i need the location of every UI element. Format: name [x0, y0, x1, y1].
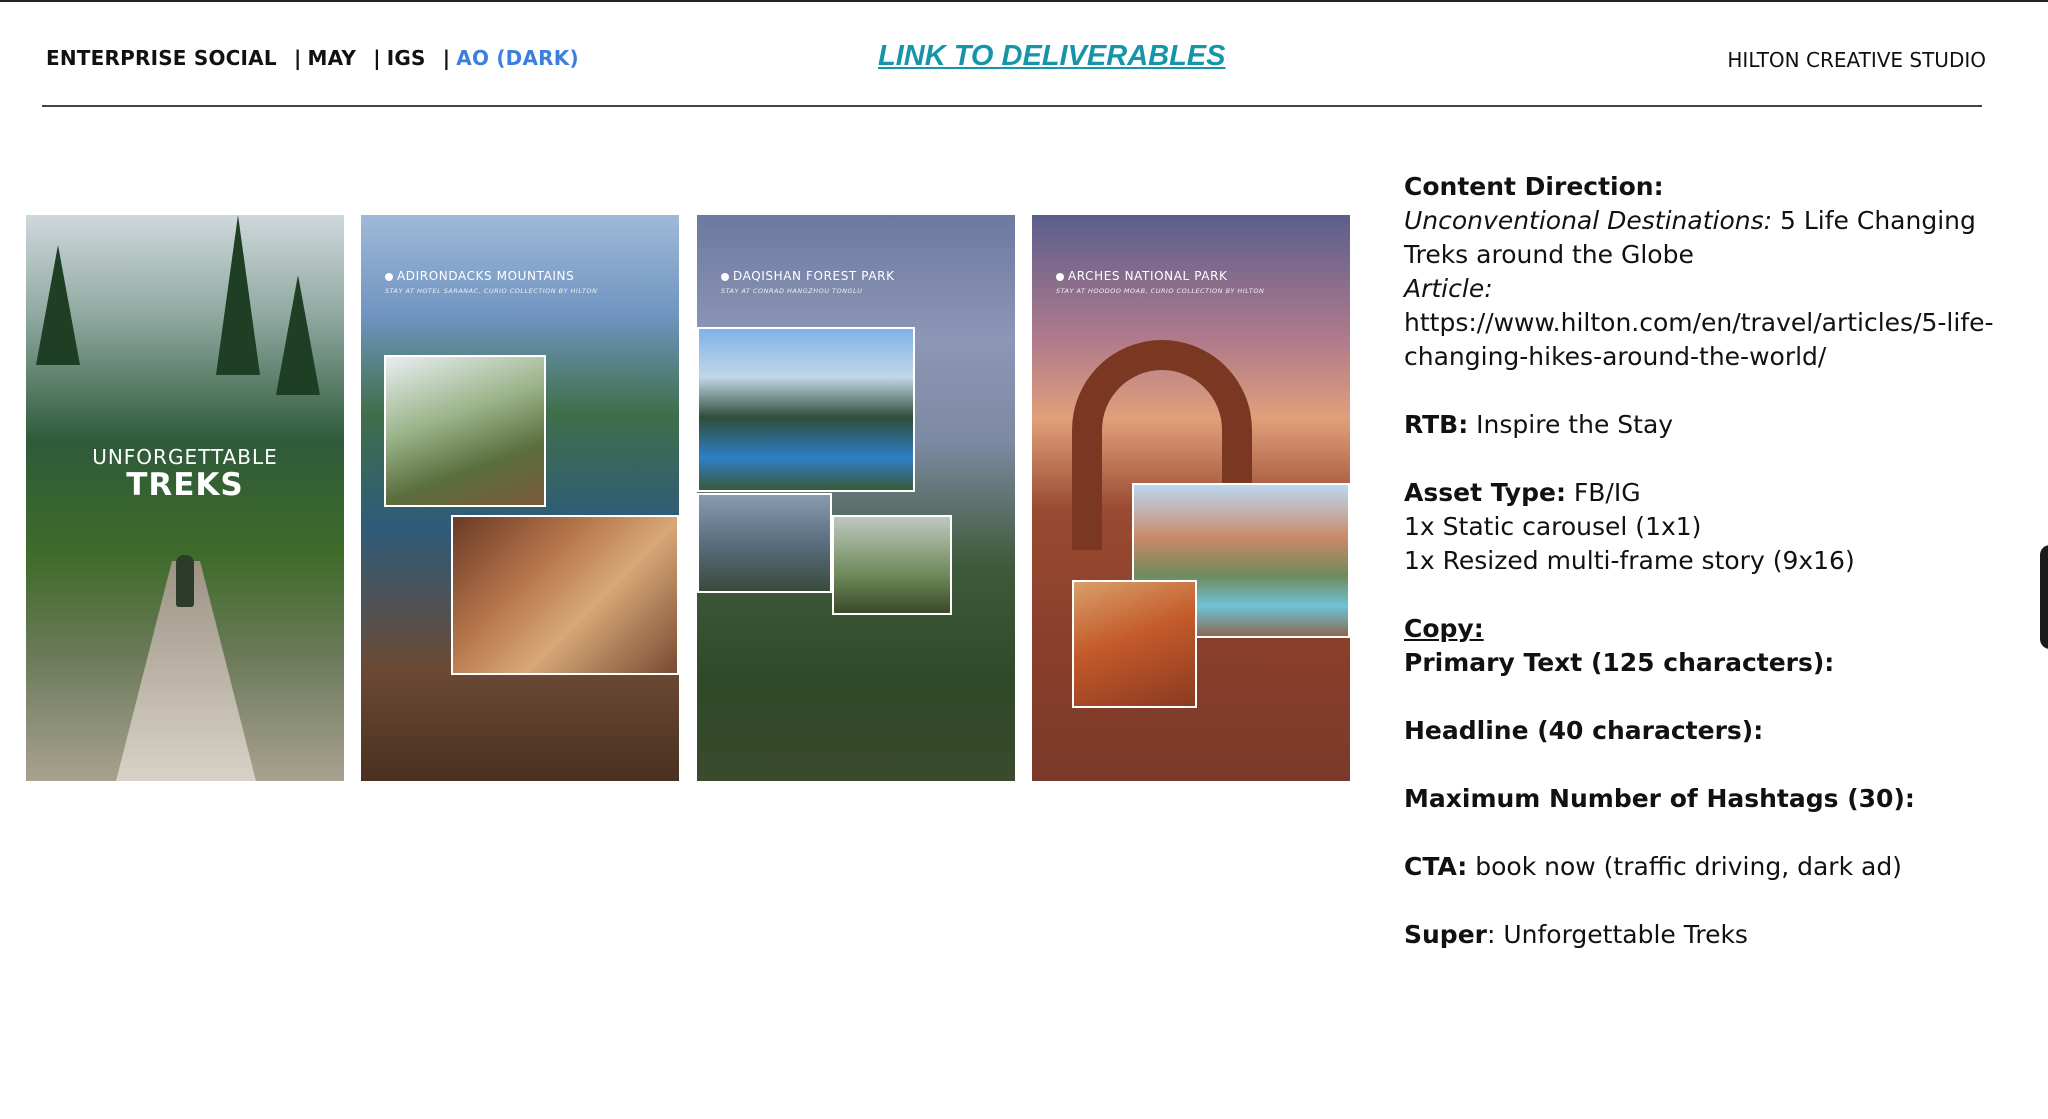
hiker-figure	[176, 555, 194, 607]
content-brief: Content Direction: Unconventional Destin…	[1404, 170, 2004, 952]
frame-location: ARCHES NATIONAL PARK	[1068, 269, 1228, 283]
pine-tree-shape	[276, 275, 320, 395]
destinations-label: Unconventional Destinations:	[1404, 206, 1773, 235]
story-frame-2: ADIRONDACKS MOUNTAINS STAY AT HOTEL SARA…	[361, 215, 679, 781]
header-segment-ao-dark: AO (DARK)	[456, 46, 579, 70]
header-breadcrumb: ENTERPRISE SOCIAL | MAY | IGS | AO (DARK)	[46, 46, 579, 70]
frame-location: DAQISHAN FOREST PARK	[733, 269, 895, 283]
location-pin-icon	[721, 273, 729, 281]
cta-label: CTA:	[1404, 852, 1468, 881]
top-border	[0, 0, 2048, 2]
hotel-lobby-photo	[451, 515, 679, 675]
frame-stay-line: STAY AT HOODOO MOAB, CURIO COLLECTION BY…	[1056, 287, 1265, 295]
hikers-photo	[384, 355, 546, 507]
side-panel-handle[interactable]	[2040, 545, 2048, 649]
header-segment-enterprise: ENTERPRISE SOCIAL	[46, 46, 277, 70]
pine-tree-shape	[36, 245, 80, 365]
article-label: Article:	[1404, 274, 1493, 303]
article-url: https://www.hilton.com/en/travel/article…	[1404, 308, 1994, 371]
super-value: : Unforgettable Treks	[1486, 920, 1748, 949]
story-frames: UNFORGETTABLE TREKS ADIRONDACKS MOUNTAIN…	[26, 215, 1352, 781]
asset-type-value: FB/IG	[1565, 478, 1641, 507]
header-separator: |	[293, 46, 302, 70]
asset-line-story: 1x Resized multi-frame story (9x16)	[1404, 546, 1855, 575]
overlay-title-line1: UNFORGETTABLE	[92, 445, 278, 469]
studio-name: HILTON CREATIVE STUDIO	[1727, 48, 1986, 72]
content-direction-label: Content Direction:	[1404, 172, 1664, 201]
story-frame-3: DAQISHAN FOREST PARK STAY AT CONRAD HANG…	[697, 215, 1015, 781]
location-pin-icon	[385, 273, 393, 281]
lake-view-photo	[697, 493, 832, 593]
frame-location: ADIRONDACKS MOUNTAINS	[397, 269, 575, 283]
header-divider	[42, 105, 1982, 107]
deliverables-link[interactable]: LINK TO DELIVERABLES	[878, 40, 1226, 73]
frame-stay-line: STAY AT HOTEL SARANAC, CURIO COLLECTION …	[385, 287, 598, 295]
forest-walk-photo	[832, 515, 952, 615]
rtb-label: RTB:	[1404, 410, 1469, 439]
location-pin-icon	[1056, 273, 1064, 281]
pool-villa-photo	[697, 327, 915, 492]
primary-text-label: Primary Text (125 characters):	[1404, 648, 1835, 677]
hashtags-label: Maximum Number of Hashtags (30):	[1404, 784, 1915, 813]
header-segment-month: MAY	[307, 46, 357, 70]
asset-type-label: Asset Type:	[1404, 478, 1566, 507]
canyon-hiker-photo	[1072, 580, 1197, 708]
overlay-title-line2: TREKS	[126, 467, 244, 503]
story-frame-4: ARCHES NATIONAL PARK STAY AT HOODOO MOAB…	[1032, 215, 1350, 781]
copy-label: Copy:	[1404, 614, 1484, 643]
headline-label: Headline (40 characters):	[1404, 716, 1764, 745]
super-label: Super	[1404, 920, 1487, 949]
frame-stay-line: STAY AT CONRAD HANGZHOU TONGLU	[721, 287, 863, 295]
story-frame-1: UNFORGETTABLE TREKS	[26, 215, 344, 781]
header-separator: |	[373, 46, 381, 70]
pine-tree-shape	[216, 215, 260, 375]
asset-line-carousel: 1x Static carousel (1x1)	[1404, 512, 1702, 541]
header-segment-igs: IGS	[386, 46, 426, 70]
cta-value: book now (traffic driving, dark ad)	[1467, 852, 1902, 881]
header-separator: |	[442, 46, 451, 70]
rtb-value: Inspire the Stay	[1468, 410, 1674, 439]
